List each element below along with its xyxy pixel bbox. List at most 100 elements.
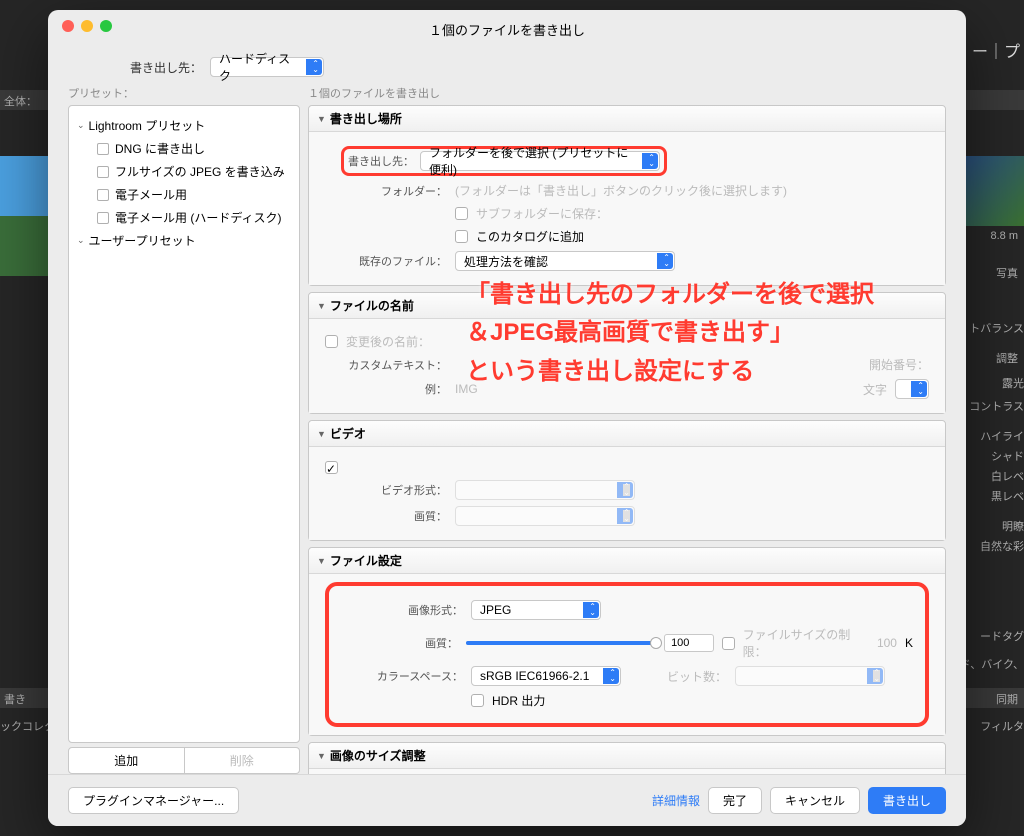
preset-checkbox[interactable] [97, 166, 109, 178]
example-value: IMG [455, 382, 478, 396]
bg-zentai: 全体： [4, 93, 37, 109]
chevron-updown-icon: ⌃⌄ [663, 255, 670, 267]
folder-label: フォルダー： [325, 183, 447, 199]
existing-select[interactable]: 処理方法を確認⌃⌄ [455, 251, 675, 271]
bg-contrast: コントラス [969, 398, 1024, 414]
bg-shirore: 白レベ [991, 468, 1024, 484]
preset-checkbox[interactable] [97, 143, 109, 155]
ext-label: 文字 [863, 381, 887, 398]
preset-item[interactable]: DNG に書き出し [75, 137, 293, 160]
chevron-down-icon: ⌄ [77, 235, 85, 246]
remove-preset-button: 削除 [185, 747, 301, 774]
preset-sidebar: プリセット： ⌄Lightroom プリセット DNG に書き出し フルサイズの… [68, 85, 300, 774]
bg-histogram [966, 156, 1024, 226]
details-link[interactable]: 詳細情報 [652, 792, 700, 809]
section-sizing: ▼画像のサイズ調整 サイズ変更して合わせる：幅と高さ⌃⌄拡大しない 幅：1,00… [308, 742, 946, 774]
bg-shashin: 写真 [996, 265, 1018, 281]
chevron-updown-icon: ⌃⌄ [873, 670, 880, 682]
traffic-lights [48, 10, 126, 42]
settings-panel: １個のファイルを書き出し ▼書き出し場所 書き出し先： フォルダーを後で選択 (… [308, 85, 946, 774]
section-location: ▼書き出し場所 書き出し先： フォルダーを後で選択 (プリセットに便利)⌃⌄ フ… [308, 105, 946, 286]
video-quality-label: 画質： [325, 508, 447, 524]
highlight-filesettings: 画像形式：JPEG⌃⌄ 画質： ファイルサイズの制限： 100 K カラースペー… [325, 582, 929, 727]
chevron-updown-icon: ⌃⌄ [623, 484, 630, 496]
limit-checkbox[interactable] [722, 637, 735, 650]
hdr-label: HDR 出力 [492, 692, 545, 709]
main-label: １個のファイルを書き出し [308, 85, 946, 101]
add-catalog-label: このカタログに追加 [476, 228, 584, 245]
format-select[interactable]: JPEG⌃⌄ [471, 600, 601, 620]
section-video: ▼ビデオ ✓ ビデオ形式： ⌃⌄ 画質： ⌃⌄ [308, 420, 946, 541]
section-header-sizing[interactable]: ▼画像のサイズ調整 [309, 743, 945, 769]
subfolder-checkbox [455, 207, 468, 220]
colorspace-label: カラースペース： [341, 668, 463, 684]
bg-kkukorekut: ックコレク [0, 718, 55, 734]
section-header-filesettings[interactable]: ▼ファイル設定 [309, 548, 945, 574]
cancel-button[interactable]: キャンセル [770, 787, 860, 814]
location-export-to-label: 書き出し先： [348, 153, 414, 169]
chevron-updown-icon: ⌃⌄ [917, 383, 924, 395]
bg-kakidashi: 書き [4, 691, 26, 707]
bg-roko: 露光 [1002, 375, 1024, 391]
add-catalog-checkbox[interactable] [455, 230, 468, 243]
triangle-down-icon: ▼ [317, 556, 326, 566]
section-header-naming[interactable]: ▼ファイルの名前 [309, 293, 945, 319]
quality-label: 画質： [341, 635, 458, 651]
add-preset-button[interactable]: 追加 [68, 747, 185, 774]
export-dialog: １個のファイルを書き出し 書き出し先： ハードディスク⌃⌄ プリセット： ⌄Li… [48, 10, 966, 826]
video-checkbox[interactable]: ✓ [325, 461, 338, 474]
triangle-down-icon: ▼ [317, 301, 326, 311]
bg-header: ー｜プ [972, 38, 1020, 62]
limit-value: 100 [877, 636, 897, 650]
bg-mb: 8.8 m [990, 230, 1018, 242]
bg-tobalance: トバランス [969, 320, 1024, 336]
preset-item[interactable]: 電子メール用 (ハードディスク) [75, 206, 293, 229]
section-header-location[interactable]: ▼書き出し場所 [309, 106, 945, 132]
chevron-updown-icon: ⌃⌄ [623, 510, 630, 522]
bg-shizen: 自然な彩 [980, 538, 1024, 554]
dialog-footer: プラグインマネージャー... 詳細情報 完了 キャンセル 書き出し [48, 774, 966, 826]
preset-checkbox[interactable] [97, 212, 109, 224]
bg-meiryo: 明瞭 [1002, 518, 1024, 534]
existing-label: 既存のファイル： [325, 253, 447, 269]
example-label: 例： [325, 381, 447, 397]
colorspace-select[interactable]: sRGB IEC61966-2.1⌃⌄ [471, 666, 621, 686]
hdr-checkbox[interactable] [471, 694, 484, 707]
export-to-label: 書き出し先： [130, 59, 202, 76]
plugin-manager-button[interactable]: プラグインマネージャー... [68, 787, 239, 814]
preset-list[interactable]: ⌄Lightroom プリセット DNG に書き出し フルサイズの JPEG を… [68, 105, 300, 743]
preset-checkbox[interactable] [97, 189, 109, 201]
maximize-button[interactable] [100, 20, 112, 32]
folder-hint: (フォルダーは「書き出し」ボタンのクリック後に選択します) [455, 182, 787, 199]
limit-label: ファイルサイズの制限： [743, 626, 869, 660]
bg-shado: シャド [991, 448, 1024, 464]
customtext-label: カスタムテキスト： [325, 357, 447, 373]
preset-item[interactable]: フルサイズの JPEG を書き込み [75, 160, 293, 183]
chevron-updown-icon: ⌃⌄ [609, 670, 616, 682]
chevron-down-icon: ⌄ [77, 120, 85, 131]
video-format-label: ビデオ形式： [325, 482, 447, 498]
export-button[interactable]: 書き出し [868, 787, 946, 814]
preset-item[interactable]: 電子メール用 [75, 183, 293, 206]
section-filesettings: ▼ファイル設定 画像形式：JPEG⌃⌄ 画質： ファイルサイズの制限： 100 … [308, 547, 946, 736]
bg-thumbnail [0, 156, 48, 276]
export-to-select[interactable]: ハードディスク⌃⌄ [210, 57, 324, 77]
bit-select: ⌃⌄ [735, 666, 885, 686]
bg-dotag: ードタグ [980, 628, 1024, 644]
rename-checkbox[interactable] [325, 335, 338, 348]
preset-group-user[interactable]: ⌄ユーザープリセット [75, 229, 293, 252]
bg-kurore: 黒レベ [991, 488, 1024, 504]
startnum-label: 開始番号： [869, 356, 929, 373]
preset-group-lightroom[interactable]: ⌄Lightroom プリセット [75, 114, 293, 137]
section-header-video[interactable]: ▼ビデオ [309, 421, 945, 447]
location-export-to-select[interactable]: フォルダーを後で選択 (プリセットに便利)⌃⌄ [420, 151, 660, 171]
quality-slider[interactable] [466, 641, 656, 645]
done-button[interactable]: 完了 [708, 787, 762, 814]
close-button[interactable] [62, 20, 74, 32]
ext-select[interactable]: ⌃⌄ [895, 379, 929, 399]
subfolder-label: サブフォルダーに保存： [476, 205, 608, 222]
minimize-button[interactable] [81, 20, 93, 32]
section-naming: ▼ファイルの名前 変更後の名前： カスタムテキスト：開始番号： 例：IMG文字⌃… [308, 292, 946, 414]
dialog-title: １個のファイルを書き出し [48, 10, 966, 49]
quality-input[interactable] [664, 634, 714, 652]
